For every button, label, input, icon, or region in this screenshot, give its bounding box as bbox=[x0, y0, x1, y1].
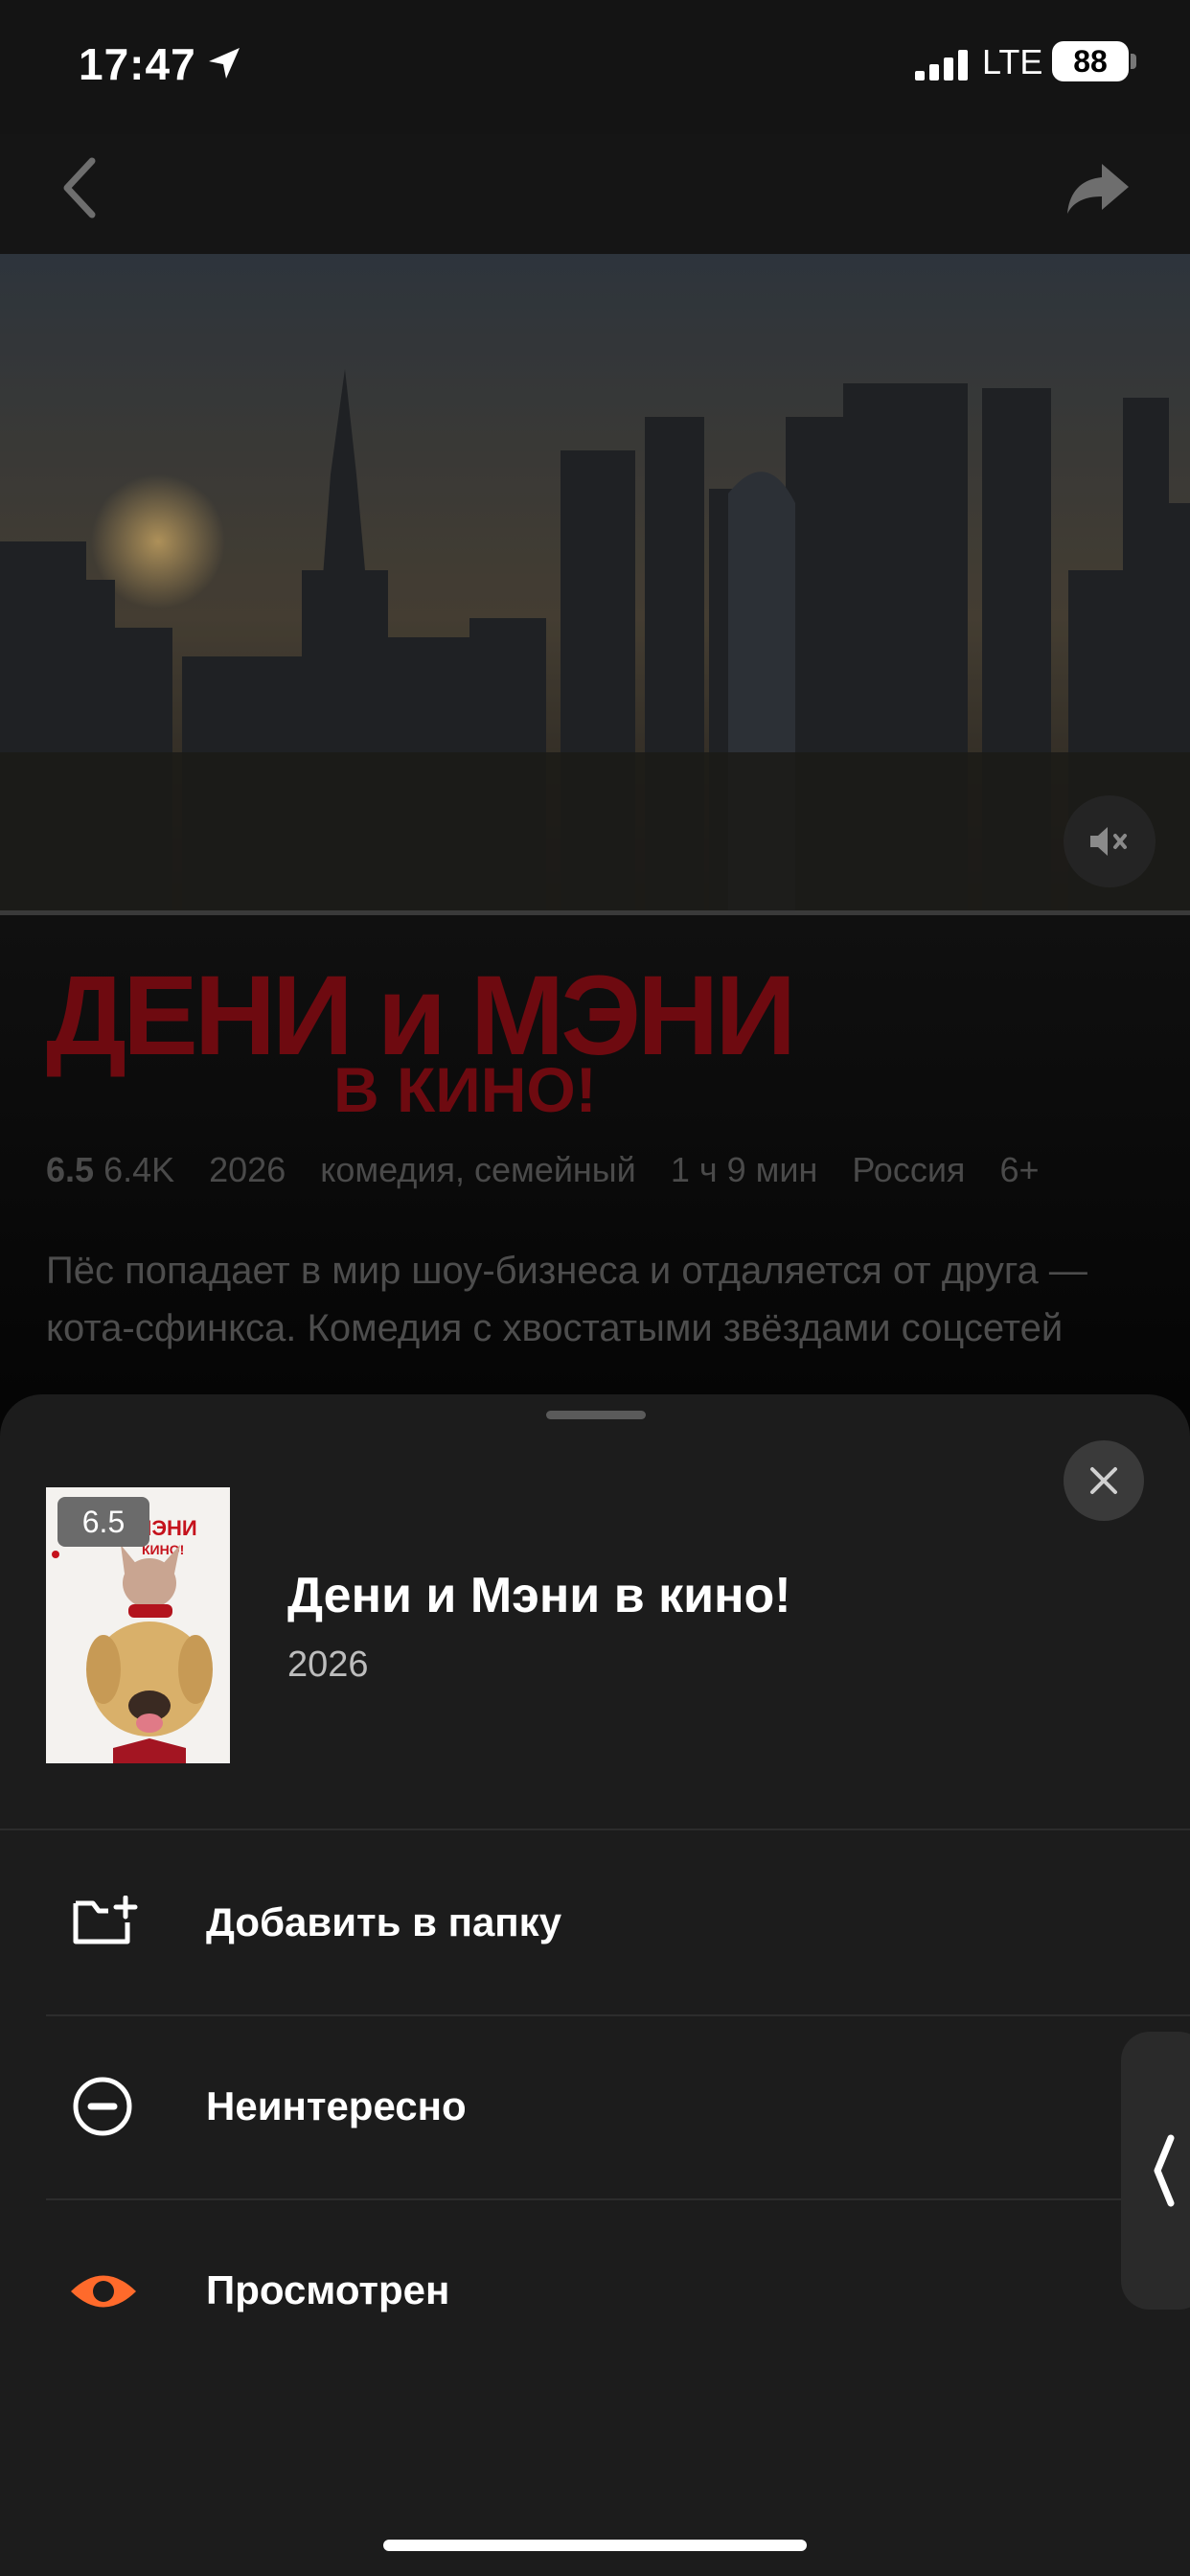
sheet-grabber[interactable] bbox=[546, 1411, 646, 1419]
movie-age: 6+ bbox=[999, 1150, 1040, 1189]
action-watched[interactable]: Просмотрен bbox=[0, 2200, 1190, 2382]
sheet-title: Дени и Мэни в кино! bbox=[287, 1568, 791, 1623]
side-panel-handle[interactable] bbox=[1121, 2032, 1190, 2310]
close-icon bbox=[1090, 1467, 1117, 1494]
minus-circle-icon bbox=[73, 2077, 132, 2136]
action-label: Добавить в папку bbox=[206, 1899, 562, 1944]
close-button[interactable] bbox=[1064, 1440, 1144, 1521]
folder-add-icon bbox=[73, 1896, 138, 1944]
rating-badge: 6.5 bbox=[57, 1497, 149, 1547]
speaker-muted-icon bbox=[1090, 827, 1127, 856]
top-nav bbox=[0, 134, 1190, 254]
home-indicator[interactable] bbox=[383, 2540, 807, 2551]
battery-tip bbox=[1131, 54, 1136, 69]
eye-icon bbox=[71, 2275, 136, 2308]
movie-description: Пёс попадает в мир шоу-бизнеса и отдаляе… bbox=[46, 1250, 1087, 1349]
movie-meta: 6.5 6.4K 2026 комедия, семейный 1 ч 9 ми… bbox=[46, 1150, 1064, 1190]
action-not-interested[interactable]: Неинтересно bbox=[0, 2016, 1190, 2198]
movie-title-logo: ДЕНИ и МЭНИ В КИНО! bbox=[46, 958, 796, 1121]
movie-votes: 6.4K bbox=[103, 1150, 175, 1189]
share-icon[interactable] bbox=[1064, 158, 1133, 218]
back-chevron-icon[interactable] bbox=[56, 153, 103, 222]
city-skyline-image bbox=[0, 254, 1190, 915]
hero-trailer-image[interactable] bbox=[0, 254, 1190, 915]
network-type: LTE bbox=[982, 42, 1043, 81]
logo-line-2: В КИНО! bbox=[333, 1054, 597, 1121]
movie-genres: комедия, семейный bbox=[320, 1150, 636, 1189]
location-arrow-icon bbox=[209, 48, 240, 79]
action-label: Просмотрен bbox=[206, 2267, 450, 2312]
battery-indicator: 88 bbox=[1052, 41, 1129, 81]
cell-signal-icon bbox=[915, 50, 968, 80]
action-add-to-folder[interactable]: Добавить в папку bbox=[0, 1830, 1190, 2012]
sheet-year: 2026 bbox=[287, 1644, 369, 1685]
movie-rating: 6.5 bbox=[46, 1150, 95, 1189]
movie-duration: 1 ч 9 мин bbox=[670, 1150, 818, 1189]
movie-country: Россия bbox=[852, 1150, 966, 1189]
mute-button[interactable] bbox=[1064, 795, 1156, 887]
action-label: Неинтересно bbox=[206, 2083, 467, 2128]
movie-year: 2026 bbox=[209, 1150, 286, 1189]
status-time: 17:47 bbox=[79, 39, 196, 89]
chevron-left-icon bbox=[1154, 2134, 1175, 2207]
